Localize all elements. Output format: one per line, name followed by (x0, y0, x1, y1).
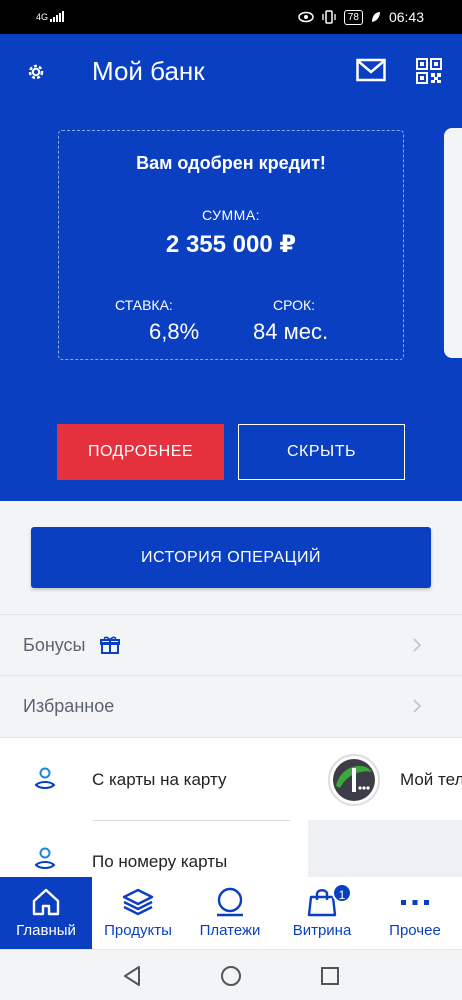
bonuses-row[interactable]: Бонусы (0, 614, 462, 675)
nav-home[interactable]: Главный (0, 877, 92, 949)
nav-label: Главный (16, 922, 76, 939)
hide-offer-button[interactable]: СКРЫТЬ (238, 424, 405, 480)
operator-logo-icon[interactable] (328, 754, 380, 806)
transfers-section: С карты на карту По номеру карты Мой тел (0, 737, 462, 878)
clock: 06:43 (388, 9, 424, 25)
payments-icon (217, 887, 243, 917)
transfer-label: С карты на карту (92, 770, 227, 789)
person-icon (34, 767, 56, 789)
operator-label[interactable]: Мой тел (400, 770, 462, 790)
bonuses-label: Бонусы (23, 634, 86, 655)
chevron-right-icon (413, 638, 422, 652)
page-title: Мой банк (92, 56, 205, 86)
person-icon (34, 847, 56, 869)
operations-history-button[interactable]: ИСТОРИЯ ОПЕРАЦИЙ (31, 527, 431, 588)
term-label: СРОК: (273, 297, 316, 313)
battery-level: 78 (343, 9, 363, 25)
sum-value: 2 355 000 ₽ (165, 231, 297, 258)
transfer-card-to-card[interactable]: С карты на карту (0, 738, 308, 820)
favorites-label: Избранное (23, 695, 115, 716)
chevron-right-icon (413, 699, 422, 713)
back-icon[interactable] (120, 964, 144, 988)
transfer-by-card-number[interactable]: По номеру карты (0, 820, 308, 878)
offer-heading: Вам одобрен кредит! (136, 153, 326, 173)
rate-label: СТАВКА: (115, 297, 173, 313)
signal-indicator: 4G (36, 10, 65, 22)
mail-icon[interactable] (356, 58, 386, 82)
more-icon (401, 900, 429, 905)
next-card-peek[interactable] (444, 128, 462, 358)
top-bar: Мой банк (0, 34, 462, 108)
nav-label: Витрина (292, 922, 352, 939)
nav-label: Прочее (389, 922, 441, 939)
system-nav-bar (0, 949, 462, 1000)
gear-icon[interactable] (24, 60, 48, 84)
favorites-row[interactable]: Избранное (0, 675, 462, 736)
recents-icon[interactable] (318, 964, 342, 988)
status-bar: 4G 78 06:43 (0, 0, 462, 34)
nav-more[interactable]: Прочее (368, 877, 462, 949)
layers-icon (122, 888, 154, 916)
leaf-icon (371, 12, 380, 22)
gift-icon (99, 636, 120, 654)
credit-offer-card: Вам одобрен кредит! СУММА: 2 355 000 ₽ С… (58, 130, 404, 360)
nav-products[interactable]: Продукты (92, 877, 184, 949)
nav-label: Продукты (104, 922, 172, 939)
hero-section: Мой банк Вам одобрен кредит! СУММА: 2 35… (0, 34, 462, 501)
eye-icon (298, 11, 314, 23)
nav-label: Платежи (199, 922, 261, 939)
nav-showcase[interactable]: Витрина 1 (276, 877, 368, 949)
gray-placeholder (308, 820, 462, 878)
vibrate-icon (322, 10, 336, 24)
sum-label: СУММА: (201, 207, 261, 223)
notification-badge: 1 (332, 883, 352, 903)
term-value: 84 мес. (253, 319, 329, 344)
network-type: 4G (36, 12, 49, 22)
more-details-button[interactable]: ПОДРОБНЕЕ (57, 424, 224, 480)
signal-icon (50, 10, 65, 22)
nav-payments[interactable]: Платежи (184, 877, 276, 949)
transfer-label: По номеру карты (92, 852, 228, 871)
home-button-icon[interactable] (219, 964, 243, 988)
bottom-nav: Главный Продукты Платежи Витрина 1 Проче… (0, 877, 462, 949)
rate-value: 6,8% (149, 319, 200, 344)
home-icon (32, 888, 60, 916)
history-section: ИСТОРИЯ ОПЕРАЦИЙ (0, 501, 462, 614)
qr-code-icon[interactable] (416, 58, 442, 84)
